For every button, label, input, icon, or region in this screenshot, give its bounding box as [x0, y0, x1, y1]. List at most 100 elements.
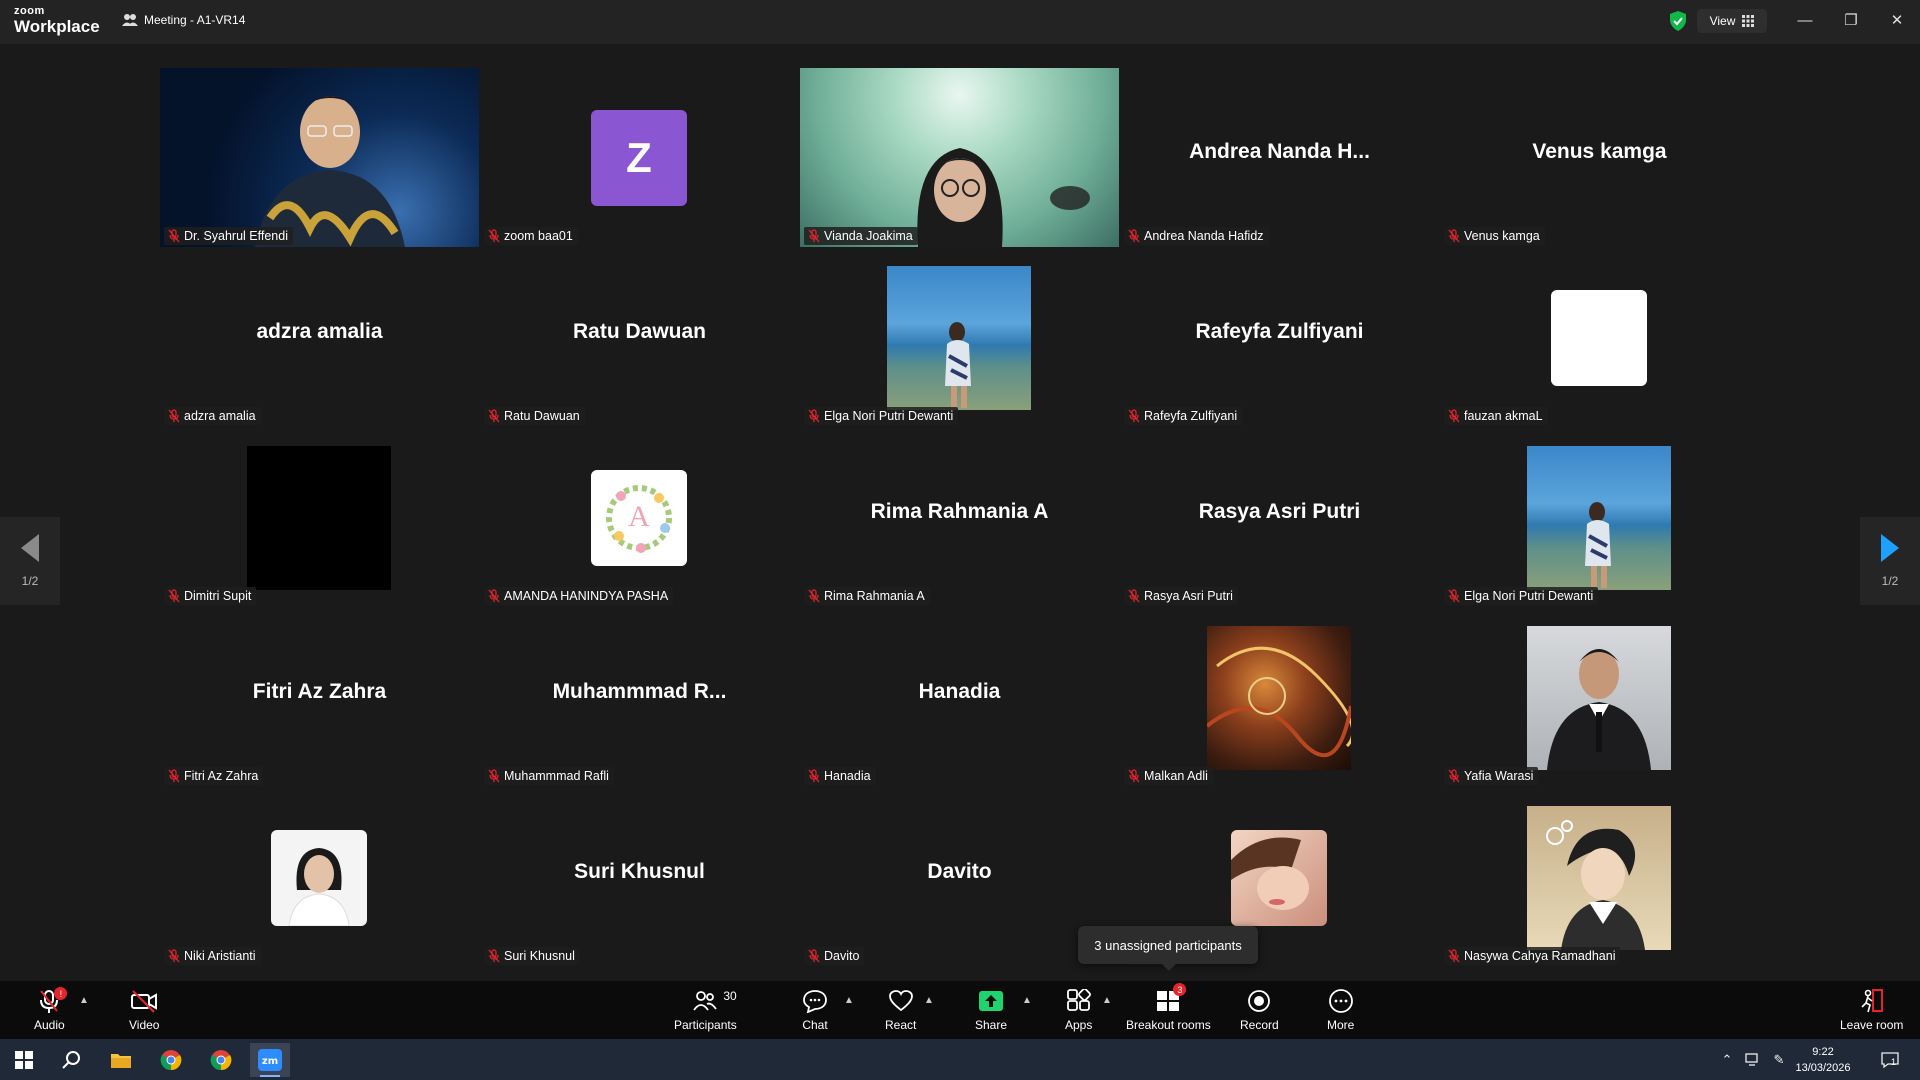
participant-display-name: Venus kamga: [1532, 140, 1667, 163]
gallery-view: Dr. Syahrul Effendi Zzoom baa01 Vianda Joa…: [0, 44, 1920, 981]
previous-page-button[interactable]: 1/2: [0, 517, 60, 605]
participant-nameplate: Suri Khusnul: [484, 947, 580, 965]
participant-tile[interactable]: Dr. Syahrul Effendi: [160, 68, 479, 247]
avatar-photo: [271, 830, 367, 926]
person-silhouette-icon: [1585, 502, 1611, 588]
meeting-title[interactable]: Meeting - A1-VR14: [122, 13, 245, 27]
participant-display-name: Ratu Dawuan: [572, 320, 706, 343]
microphone-muted-icon: [1447, 229, 1461, 243]
participant-tile[interactable]: Elga Nori Putri Dewanti: [800, 248, 1119, 427]
restore-icon[interactable]: ❐: [1836, 8, 1866, 32]
clock-time: 9:22: [1812, 1046, 1834, 1058]
participant-tile[interactable]: Andrea Nanda H... Andrea Nanda Hafidz: [1120, 68, 1439, 247]
apps-caret-icon[interactable]: ▲: [1102, 995, 1112, 1006]
react-button[interactable]: React: [885, 987, 916, 1032]
participant-tile[interactable]: Suri Khusnul Suri Khusnul: [480, 788, 799, 967]
participant-display-name: Hanadia: [918, 680, 1001, 703]
microphone-muted-icon: [807, 949, 821, 963]
clock-date: 13/03/2026: [1795, 1062, 1851, 1074]
page-indicator-right: 1/2: [1881, 574, 1899, 588]
chrome-profile-icon[interactable]: [201, 1043, 241, 1077]
participant-display-name: Rasya Asri Putri: [1198, 500, 1361, 523]
avatar-photo: [1527, 446, 1671, 590]
participant-nameplate: Fitri Az Zahra: [164, 767, 264, 785]
network-icon[interactable]: [1744, 1051, 1762, 1069]
microphone-muted-icon: [807, 229, 821, 243]
share-button[interactable]: Share: [975, 987, 1007, 1032]
close-icon[interactable]: ✕: [1882, 8, 1912, 32]
participants-button[interactable]: 30 Participants: [674, 987, 737, 1032]
participant-nameplate: Muhammmad Rafli: [484, 767, 614, 785]
participant-name: Hanadia: [824, 769, 871, 783]
avatar-illustration: [1527, 806, 1671, 950]
participant-name: Vianda Joakima: [824, 229, 913, 243]
file-explorer-icon[interactable]: [101, 1043, 141, 1077]
microphone-muted-icon: [487, 229, 501, 243]
participant-nameplate: Vianda Joakima: [804, 227, 918, 245]
participant-tile[interactable]: Hanadia Hanadia: [800, 608, 1119, 787]
audio-button[interactable]: ! Audio: [34, 987, 68, 1032]
record-icon: [1248, 990, 1271, 1012]
participant-name: fauzan akmaL: [1464, 409, 1543, 423]
apps-icon: [1066, 989, 1091, 1011]
chevron-up-icon[interactable]: ⌃: [1718, 1051, 1736, 1069]
leave-room-button[interactable]: Leave room: [1840, 987, 1903, 1032]
participant-tile[interactable]: Malkan Adli: [1120, 608, 1439, 787]
minimize-icon[interactable]: —: [1790, 8, 1820, 32]
participant-nameplate: Nasywa Cahya Ramadhani: [1444, 947, 1621, 965]
chat-button[interactable]: Chat: [802, 987, 828, 1032]
chat-icon: [803, 990, 827, 1013]
more-button[interactable]: More: [1327, 987, 1354, 1032]
participant-tile[interactable]: Muhammmad R... Muhammmad Rafli: [480, 608, 799, 787]
breakout-rooms-button[interactable]: 3 Breakout rooms: [1126, 983, 1211, 1032]
zoom-taskbar-icon[interactable]: zm: [250, 1043, 290, 1077]
chrome-icon[interactable]: [151, 1043, 191, 1077]
search-icon[interactable]: [52, 1043, 92, 1077]
participant-nameplate: Dr. Syahrul Effendi: [164, 227, 293, 245]
participant-tile[interactable]: fauzan akmaL: [1440, 248, 1759, 427]
participant-tile[interactable]: Niki Aristianti: [160, 788, 479, 967]
participant-tile[interactable]: Zzoom baa01: [480, 68, 799, 247]
participant-display-name: Muhammmad R...: [552, 680, 727, 703]
participant-tile[interactable]: Davito Davito: [800, 788, 1119, 967]
audio-caret-icon[interactable]: ▲: [79, 995, 89, 1006]
participant-nameplate: Rasya Asri Putri: [1124, 587, 1238, 605]
participant-tile[interactable]: Nasywa Cahya Ramadhani: [1440, 788, 1759, 967]
participant-display-name: Rima Rahmania A: [870, 500, 1049, 523]
notification-icon[interactable]: 1: [1878, 1051, 1902, 1069]
participant-tile[interactable]: Vianda Joakima: [800, 68, 1119, 247]
avatar-photo: [1231, 830, 1327, 926]
windows-start-icon[interactable]: [4, 1043, 44, 1077]
avatar-blank: [247, 446, 391, 590]
avatar-wreath: A: [591, 470, 687, 566]
chat-caret-icon[interactable]: ▲: [844, 995, 854, 1006]
avatar-painting: [1207, 626, 1351, 770]
react-caret-icon[interactable]: ▲: [924, 995, 934, 1006]
shield-check-icon[interactable]: [1668, 10, 1688, 32]
system-clock[interactable]: 9:22 13/03/2026: [1788, 1044, 1858, 1076]
video-button[interactable]: Video: [129, 987, 159, 1032]
participant-tile[interactable]: Fitri Az Zahra Fitri Az Zahra: [160, 608, 479, 787]
apps-button[interactable]: Apps: [1065, 987, 1092, 1032]
participant-tile[interactable]: Venus kamga Venus kamga: [1440, 68, 1759, 247]
participant-display-name: Andrea Nanda H...: [1189, 140, 1370, 163]
record-button[interactable]: Record: [1240, 987, 1279, 1032]
pen-icon[interactable]: ✎: [1770, 1051, 1788, 1069]
participant-tile[interactable]: adzra amalia adzra amalia: [160, 248, 479, 427]
participant-tile[interactable]: Yafia Warasi: [1440, 608, 1759, 787]
participant-tile[interactable]: Rima Rahmania A Rima Rahmania A: [800, 428, 1119, 607]
participant-tile[interactable]: Rafeyfa Zulfiyani Rafeyfa Zulfiyani: [1120, 248, 1439, 427]
participant-nameplate: Andrea Nanda Hafidz: [1124, 227, 1269, 245]
participants-icon: [693, 991, 718, 1011]
share-caret-icon[interactable]: ▲: [1022, 995, 1032, 1006]
participant-tile[interactable]: Ratu Dawuan Ratu Dawuan: [480, 248, 799, 427]
participant-tile[interactable]: Rasya Asri Putri Rasya Asri Putri: [1120, 428, 1439, 607]
microphone-muted-icon: [487, 589, 501, 603]
view-button[interactable]: View: [1697, 9, 1767, 33]
participant-tile[interactable]: Dimitri Supit: [160, 428, 479, 607]
next-page-button[interactable]: 1/2: [1860, 517, 1920, 605]
apps-label: Apps: [1065, 1018, 1093, 1032]
participant-tile[interactable]: Elga Nori Putri Dewanti: [1440, 428, 1759, 607]
participant-tile[interactable]: A AMANDA HANINDYA PASHA: [480, 428, 799, 607]
participant-video: [160, 68, 479, 247]
